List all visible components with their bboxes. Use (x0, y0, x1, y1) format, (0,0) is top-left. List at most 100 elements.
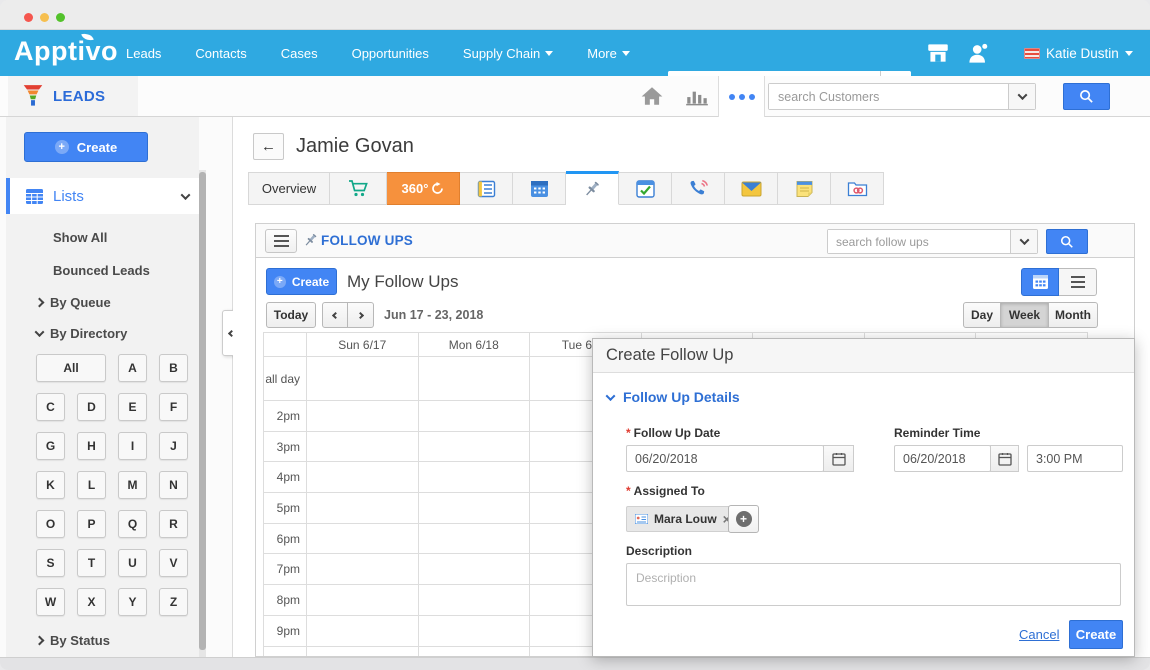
nav-item-more[interactable]: More (587, 46, 630, 61)
calendar-cell[interactable] (307, 647, 419, 658)
alpha-filter[interactable]: P (77, 510, 106, 538)
calendar-cell[interactable] (419, 493, 531, 524)
store-icon[interactable] (925, 42, 951, 69)
window-close-button[interactable] (24, 13, 33, 22)
next-week-button[interactable] (348, 302, 374, 328)
tab-360-view[interactable]: 360° (387, 172, 460, 205)
calendar-cell[interactable] (307, 357, 419, 401)
alpha-filter[interactable]: U (118, 549, 147, 577)
sidebar-item-show-all[interactable]: Show All (53, 230, 107, 245)
alpha-filter[interactable]: C (36, 393, 65, 421)
nav-item-cases[interactable]: Cases (281, 46, 318, 61)
alpha-filter[interactable]: G (36, 432, 65, 460)
cancel-link[interactable]: Cancel (1019, 627, 1059, 642)
month-view-button[interactable]: Month (1049, 302, 1098, 328)
sidebar-group-by-directory[interactable]: By Directory (36, 326, 127, 341)
home-icon[interactable] (637, 76, 667, 116)
week-view-button[interactable]: Week (1001, 302, 1049, 328)
tab-follow-ups[interactable] (566, 171, 619, 205)
more-apps-button[interactable] (718, 76, 765, 117)
alpha-filter[interactable]: D (77, 393, 106, 421)
back-button[interactable]: ← (253, 133, 284, 160)
window-zoom-button[interactable] (56, 13, 65, 22)
follow-up-create-button[interactable]: + Create (266, 268, 337, 295)
calendar-cell[interactable] (419, 401, 531, 432)
alpha-filter[interactable]: S (36, 549, 65, 577)
reports-chart-icon[interactable] (680, 76, 714, 116)
calendar-cell[interactable] (419, 462, 531, 493)
calendar-cell[interactable] (307, 585, 419, 616)
alpha-filter[interactable]: J (159, 432, 188, 460)
customer-search-input[interactable] (769, 84, 1008, 109)
follow-ups-search-dropdown[interactable] (1010, 230, 1037, 253)
alpha-filter[interactable]: A (118, 354, 147, 382)
tab-emails[interactable] (725, 172, 778, 205)
calendar-cell[interactable] (307, 554, 419, 585)
nav-item-leads[interactable]: Leads (126, 46, 161, 61)
alpha-filter[interactable]: L (77, 471, 106, 499)
alpha-filter-all[interactable]: All (36, 354, 106, 382)
apptivo-logo[interactable]: Apptivo (14, 36, 118, 67)
calendar-cell[interactable] (419, 616, 531, 647)
day-view-button[interactable]: Day (963, 302, 1001, 328)
panel-menu-button[interactable] (265, 229, 297, 253)
alpha-filter[interactable]: Y (118, 588, 147, 616)
list-view-button[interactable] (1059, 268, 1097, 296)
tab-calendar[interactable] (513, 172, 566, 205)
alpha-filter[interactable]: K (36, 471, 65, 499)
sidebar-item-lists[interactable]: Lists (6, 178, 199, 214)
tab-documents[interactable] (831, 172, 884, 205)
calendar-cell[interactable] (419, 357, 531, 401)
calendar-cell[interactable] (307, 401, 419, 432)
calendar-cell[interactable] (307, 432, 419, 463)
reminder-date-input[interactable] (894, 445, 991, 472)
calendar-view-button[interactable] (1021, 268, 1059, 296)
sidebar-group-by-queue[interactable]: By Queue (36, 295, 111, 310)
follow-ups-search-input[interactable] (828, 230, 1010, 253)
user-menu[interactable]: Katie Dustin (1024, 30, 1133, 76)
calendar-cell[interactable] (419, 524, 531, 555)
alpha-filter[interactable]: Q (118, 510, 147, 538)
calendar-cell[interactable] (307, 462, 419, 493)
tab-overview[interactable]: Overview (248, 172, 330, 205)
alpha-filter[interactable]: I (118, 432, 147, 460)
sidebar-scrollbar[interactable] (199, 170, 206, 657)
user-profile-icon[interactable] (967, 41, 991, 70)
calendar-cell[interactable] (307, 493, 419, 524)
alpha-filter[interactable]: V (159, 549, 188, 577)
customer-search-button[interactable] (1063, 83, 1110, 110)
alpha-filter[interactable]: R (159, 510, 188, 538)
customer-search-dropdown[interactable] (1008, 84, 1035, 109)
alpha-filter[interactable]: Z (159, 588, 188, 616)
follow-up-date-picker-button[interactable] (823, 445, 854, 472)
alpha-filter[interactable]: W (36, 588, 65, 616)
description-textarea[interactable] (626, 563, 1121, 606)
prev-week-button[interactable] (322, 302, 348, 328)
alpha-filter[interactable]: T (77, 549, 106, 577)
alpha-filter[interactable]: H (77, 432, 106, 460)
sidebar-group-by-status[interactable]: By Status (36, 633, 110, 648)
alpha-filter[interactable]: B (159, 354, 188, 382)
calendar-cell[interactable] (307, 616, 419, 647)
tab-orders[interactable] (330, 172, 387, 205)
alpha-filter[interactable]: O (36, 510, 65, 538)
nav-item-opportunities[interactable]: Opportunities (352, 46, 429, 61)
calendar-cell[interactable] (419, 554, 531, 585)
add-assignee-button[interactable]: + (728, 505, 759, 533)
calendar-cell[interactable] (419, 585, 531, 616)
alpha-filter[interactable]: M (118, 471, 147, 499)
reminder-date-picker-button[interactable] (990, 445, 1019, 472)
follow-up-date-input[interactable] (626, 445, 824, 472)
alpha-filter[interactable]: X (77, 588, 106, 616)
tab-news-feed[interactable] (460, 172, 513, 205)
calendar-cell[interactable] (307, 524, 419, 555)
sidebar-item-bounced-leads[interactable]: Bounced Leads (53, 263, 150, 278)
alpha-filter[interactable]: E (118, 393, 147, 421)
dialog-create-button[interactable]: Create (1069, 620, 1123, 649)
calendar-cell[interactable] (419, 647, 531, 658)
alpha-filter[interactable]: F (159, 393, 188, 421)
alpha-filter[interactable]: N (159, 471, 188, 499)
window-minimize-button[interactable] (40, 13, 49, 22)
tab-tasks[interactable] (619, 172, 672, 205)
nav-item-supply-chain[interactable]: Supply Chain (463, 46, 553, 61)
